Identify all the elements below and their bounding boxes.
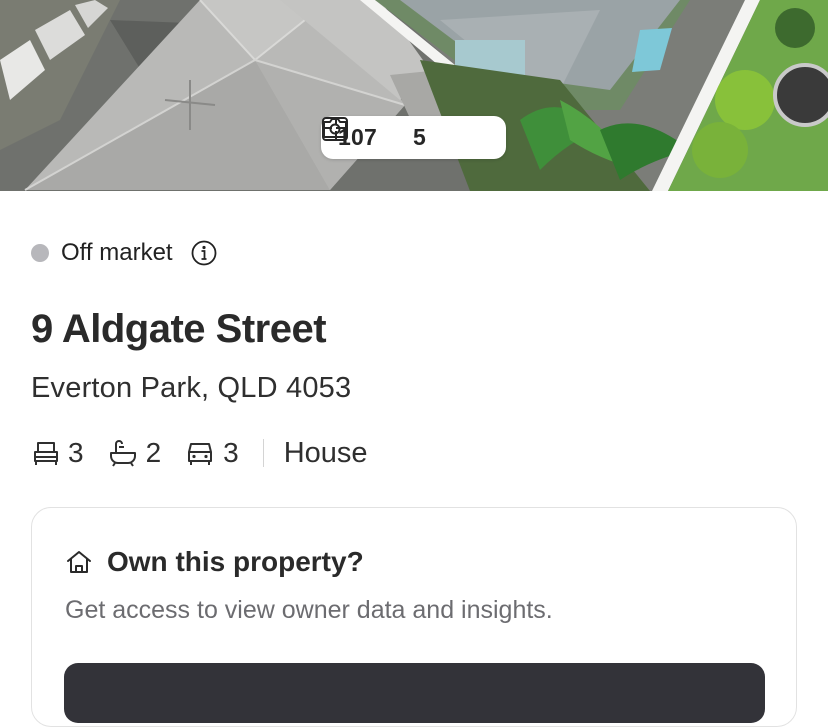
property-suburb: Everton Park, QLD 4053 bbox=[31, 372, 352, 404]
bed-icon bbox=[32, 439, 60, 467]
own-property-header: Own this property? bbox=[65, 546, 364, 578]
bathrooms-feature: 2 bbox=[108, 437, 162, 469]
features-divider bbox=[262, 439, 264, 467]
own-property-subtitle: Get access to view owner data and insigh… bbox=[65, 596, 553, 624]
floorplan-count[interactable]: 5 bbox=[322, 117, 426, 151]
property-type: House bbox=[283, 436, 368, 469]
bath-icon bbox=[108, 439, 138, 467]
car-spaces-feature: 3 bbox=[185, 437, 239, 469]
bathrooms-value: 2 bbox=[145, 437, 162, 468]
home-icon bbox=[65, 549, 93, 575]
bedrooms-value: 3 bbox=[68, 437, 84, 468]
car-icon bbox=[185, 439, 215, 467]
bedrooms-feature: 3 bbox=[32, 437, 84, 469]
status-label: Off market bbox=[61, 239, 173, 266]
info-icon[interactable] bbox=[191, 240, 217, 266]
own-property-card: Own this property? Get access to view ow… bbox=[31, 507, 797, 727]
car-spaces-value: 3 bbox=[223, 437, 239, 468]
property-address-title: 9 Aldgate Street bbox=[31, 307, 327, 351]
aerial-photo bbox=[0, 0, 828, 191]
property-features: 3 2 3 House bbox=[32, 435, 368, 471]
media-count-pill[interactable]: 107 5 bbox=[321, 116, 506, 159]
floorplan-count-value: 5 bbox=[412, 124, 426, 150]
property-hero-image[interactable]: 107 5 bbox=[0, 0, 828, 191]
own-property-title: Own this property? bbox=[107, 546, 364, 577]
owner-access-button[interactable] bbox=[64, 663, 765, 723]
status-dot bbox=[31, 244, 49, 262]
listing-status: Off market bbox=[31, 238, 217, 268]
